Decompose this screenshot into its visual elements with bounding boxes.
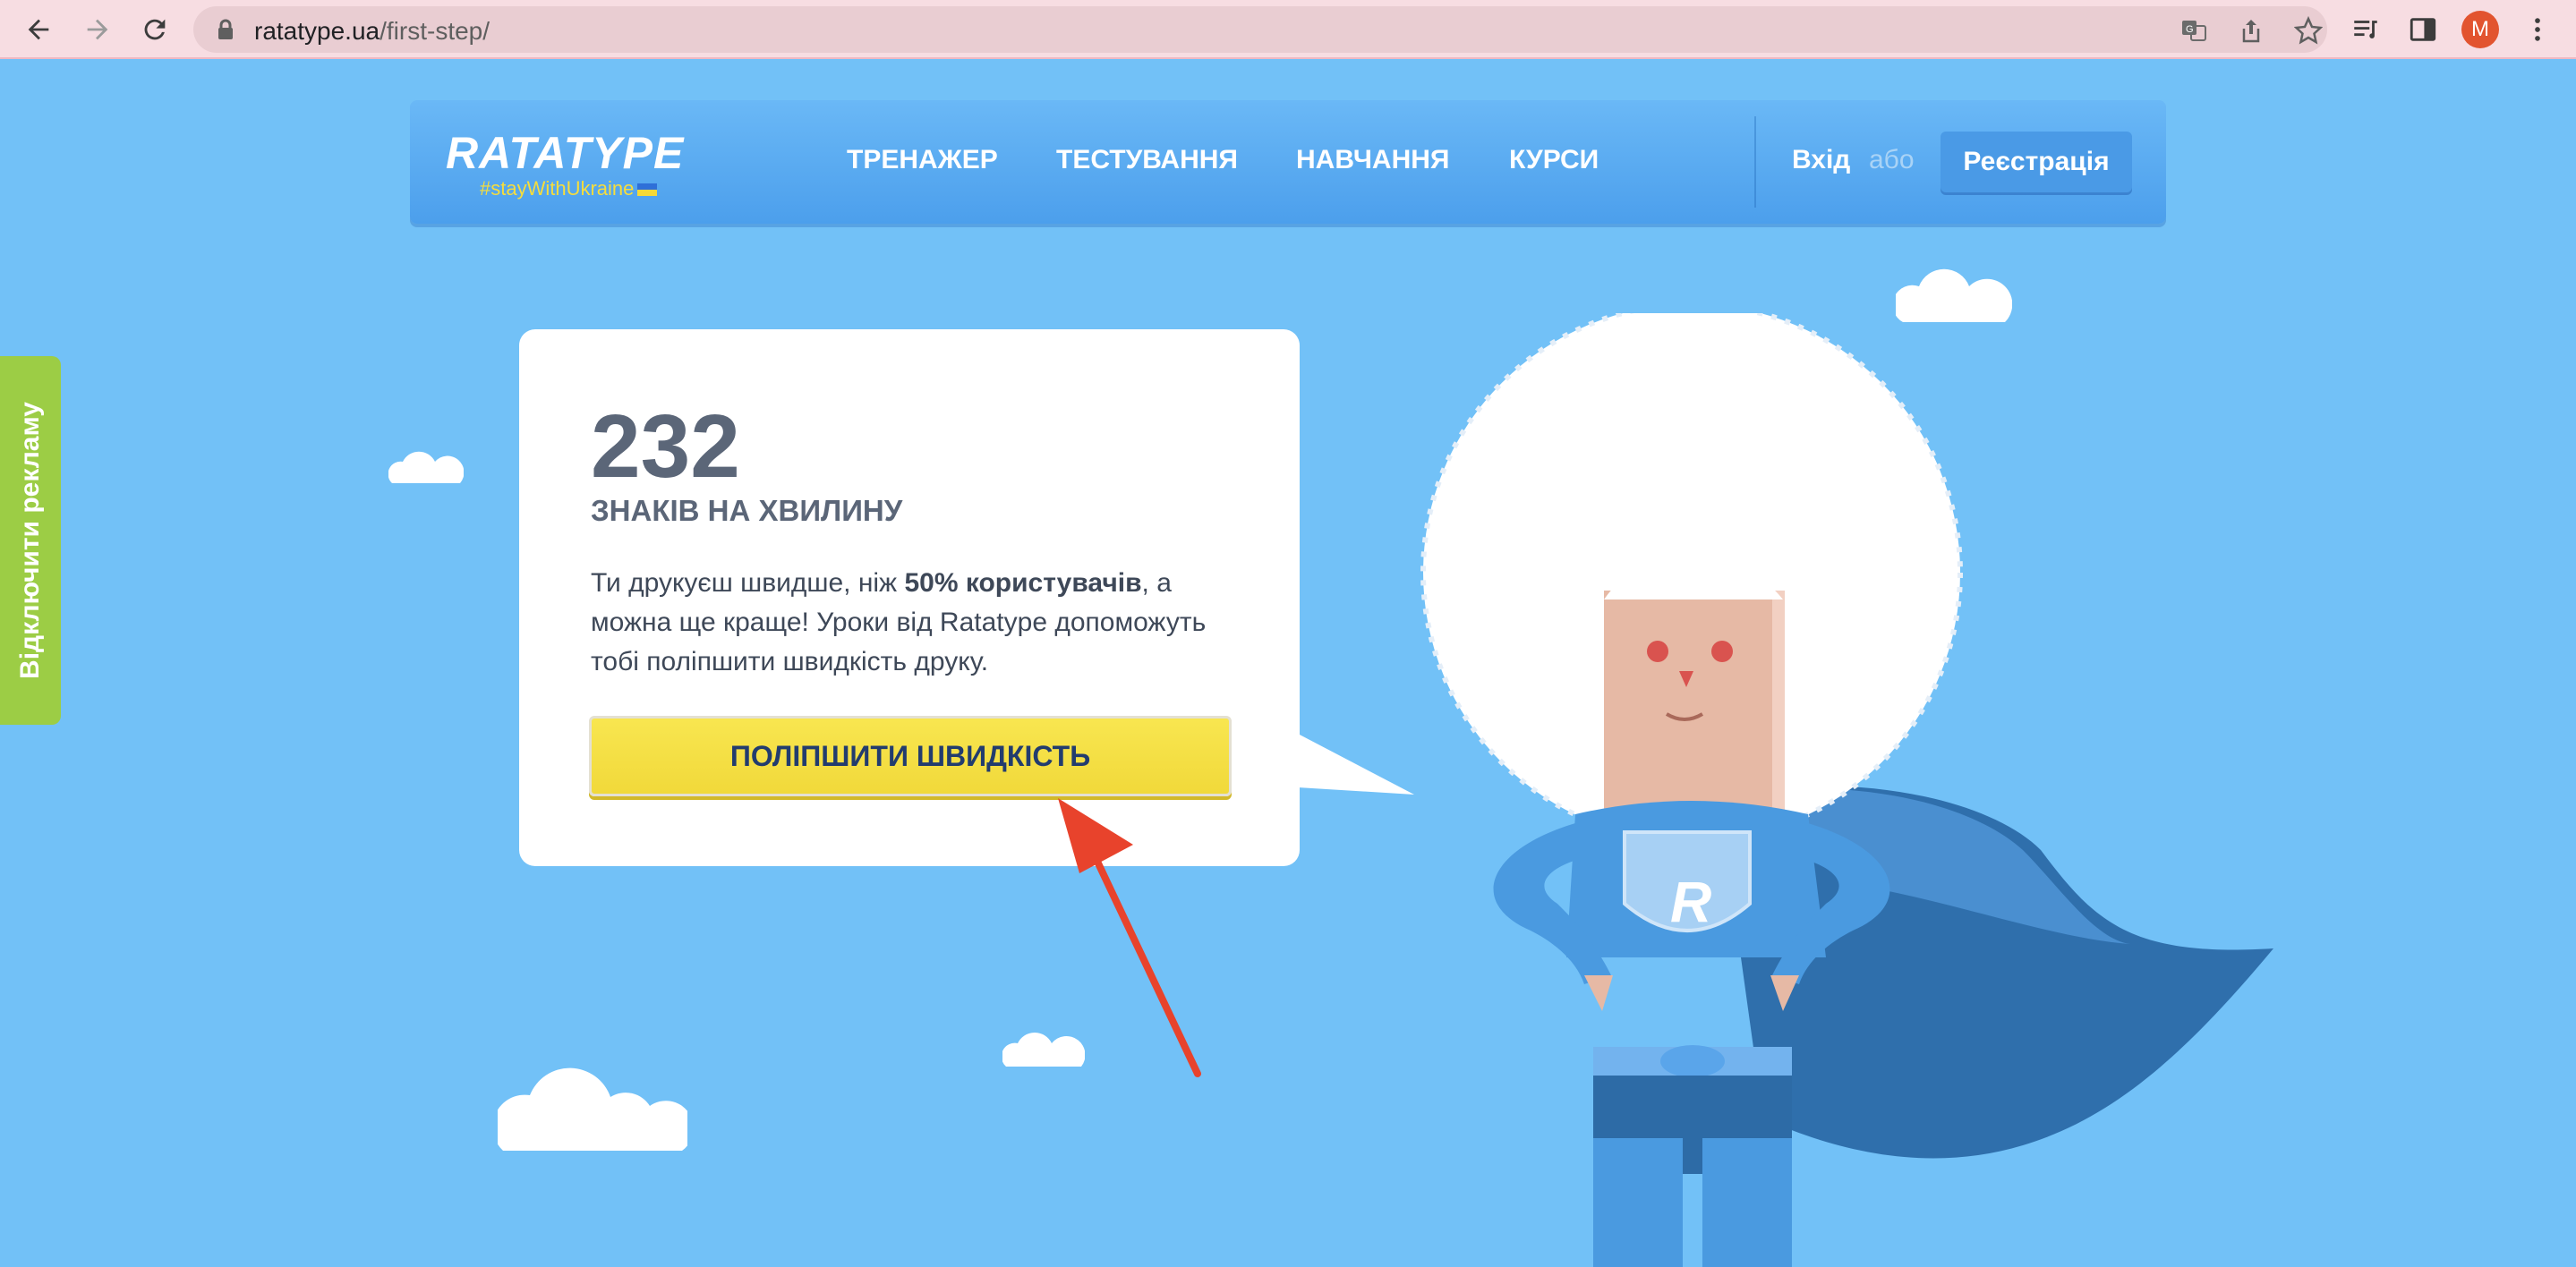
nav-testing[interactable]: ТЕСТУВАННЯ	[1056, 145, 1238, 175]
red-arrow-annotation	[1058, 798, 1201, 1077]
superhero-mascot: R	[1420, 313, 2273, 1267]
bookmark-star-icon[interactable]	[2293, 15, 2324, 46]
site-header: RATATYPE #stayWithUkraine ТРЕНАЖЕР ТЕСТУ…	[410, 100, 2166, 224]
disable-ads-tab[interactable]: Відключити рекламу	[0, 356, 61, 725]
url-host: ratatype.ua	[254, 17, 380, 45]
chest-letter: R	[1670, 870, 1711, 934]
nav-trainer[interactable]: ТРЕНАЖЕР	[847, 145, 998, 175]
register-button[interactable]: Реєстрація	[1941, 132, 2132, 192]
lock-icon	[218, 19, 233, 39]
address-bar[interactable]: ratatype.ua/first-step/ G	[193, 6, 2327, 53]
speed-description-percent: 50% користувачів	[904, 568, 1142, 598]
svg-text:G: G	[2186, 24, 2194, 35]
share-icon[interactable]	[2236, 15, 2266, 46]
improve-speed-button[interactable]: ПОЛІПШИТИ ШВИДКІСТЬ	[589, 716, 1232, 796]
cloud-icon	[388, 451, 464, 483]
profile-avatar[interactable]: M	[2458, 7, 2503, 52]
result-card: 232 ЗНАКІВ НА ХВИЛИНУ Ти друкуєш швидше,…	[519, 329, 1300, 866]
speed-description: Ти друкуєш швидше, ніж 50% користувачів,…	[591, 564, 1235, 682]
login-link[interactable]: Вхід	[1792, 145, 1850, 175]
back-arrow-icon	[28, 19, 49, 40]
forward-arrow-icon	[87, 19, 108, 40]
header-divider	[1754, 116, 1756, 208]
speed-value: 232	[591, 396, 740, 497]
logo-text: RATATYPE	[446, 128, 685, 178]
translate-icon[interactable]: G	[2179, 15, 2209, 46]
back-button[interactable]	[16, 7, 61, 52]
forward-button[interactable]	[75, 7, 120, 52]
media-controls-icon[interactable]	[2343, 7, 2388, 52]
logo-tagline-text: #stayWithUkraine	[480, 177, 635, 200]
cloud-icon	[498, 1067, 687, 1151]
url-text: ratatype.ua/first-step/	[254, 17, 490, 46]
speed-unit: ЗНАКІВ НА ХВИЛИНУ	[591, 494, 903, 527]
nav-courses[interactable]: КУРСИ	[1509, 145, 1599, 175]
nav-learning[interactable]: НАВЧАННЯ	[1296, 145, 1450, 175]
or-text: або	[1869, 145, 1915, 174]
reload-icon	[144, 19, 166, 40]
speed-description-part: Ти друкуєш швидше, ніж	[591, 568, 905, 598]
logo-tagline: #stayWithUkraine	[480, 177, 658, 200]
ukraine-flag-icon	[637, 183, 658, 197]
reload-button[interactable]	[132, 7, 177, 52]
browser-toolbar: ratatype.ua/first-step/ G M	[0, 0, 2576, 59]
kebab-menu-icon[interactable]	[2515, 7, 2560, 52]
disable-ads-label: Відключити рекламу	[15, 402, 45, 679]
url-path: /first-step/	[380, 17, 490, 45]
ratatype-logo[interactable]: RATATYPE #stayWithUkraine	[446, 127, 714, 200]
avatar-initial: M	[2461, 11, 2499, 48]
side-panel-icon[interactable]	[2401, 7, 2445, 52]
